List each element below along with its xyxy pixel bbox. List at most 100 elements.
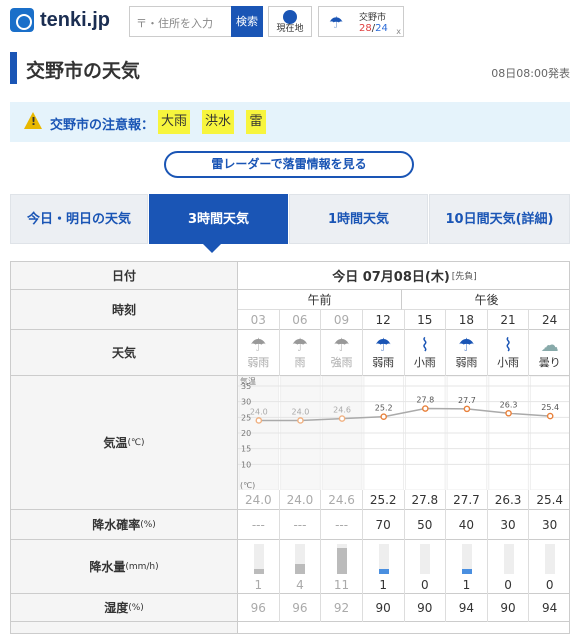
logo-icon: [10, 8, 34, 32]
precip-bar: [461, 569, 472, 574]
precip-amt-cell: 11: [321, 540, 363, 594]
temp-point-label: 27.7: [458, 396, 476, 405]
date-text: 今日 07月08日(木): [332, 270, 450, 285]
temp-chart-svg: 353025201510気温(℃)24.0 24.0 24.6 25.227.8 27.…: [238, 376, 569, 490]
mini-forecast-card[interactable]: ☂ 交野市 28/24 x: [318, 6, 404, 37]
temp-unit: (℃): [127, 437, 145, 448]
temp-tick-label: 30: [241, 398, 251, 407]
weather-cell: ⌇ 小雨: [405, 330, 447, 376]
weather-row-header: 天気: [11, 330, 238, 375]
precip-amt-row: 降水量 (mm/h) 1 4 11 1 0 1 0 0: [11, 540, 569, 594]
temp-point-label: 24.0: [250, 407, 268, 416]
precip-amt-cell: 0: [529, 540, 569, 594]
temp-chart: 35 30 25 20 15 10 気温 (℃) 24.0 24.0 24.6 25.2 27.8 27.…: [238, 376, 569, 510]
weather-text: 曇り: [538, 356, 561, 369]
cloud-icon: ☁: [540, 335, 559, 356]
precip-bar-track: [337, 544, 348, 574]
precip-amt-cell: 0: [405, 540, 447, 594]
precip-amt-value: 0: [420, 578, 429, 592]
tab-10day[interactable]: 10日間天気(詳細): [429, 194, 570, 244]
weather-text: 雨: [294, 356, 306, 369]
precip-amt-header: 降水量 (mm/h): [11, 540, 238, 593]
temp-point: [297, 417, 304, 424]
humidity-cell: 94: [529, 594, 569, 622]
temp-point: [505, 409, 512, 417]
current-location-button[interactable]: 現在地: [268, 6, 312, 37]
temp-point-label: 25.2: [375, 404, 393, 413]
temp-values: 24.0 24.0 24.6 25.2 27.8 27.7 26.3 25.4: [238, 490, 569, 510]
humidity-unit: (%): [128, 602, 144, 613]
temp-value-cell: 24.0: [238, 490, 280, 510]
temp-point: [422, 405, 429, 412]
precip-bar-track: [420, 544, 431, 574]
precip-prob-cell: 70: [363, 510, 405, 540]
tab-3hour[interactable]: 3時間天気: [149, 194, 288, 244]
page-title-block: 交野市の天気 08日08:00発表: [10, 52, 570, 84]
weather-cell: ☂ 弱雨: [363, 330, 405, 376]
precip-bar: [337, 547, 348, 574]
warning-icon: !: [24, 112, 42, 129]
weather-cells: ☂ 弱雨 ☂ 雨 ☂ 強雨 ☂ 弱雨 ⌇ 小雨 ☂ 弱雨 ⌇ 小雨 ☁ 曇り: [238, 330, 569, 376]
date-note: [先負]: [451, 272, 477, 282]
temp-point: [463, 405, 471, 413]
humidity-cell: 90: [363, 594, 405, 622]
mini-temp: 28/24: [359, 23, 388, 34]
site-header: tenki.jp 〒・住所を入力 検索 現在地 ☂ 交野市 28/24 x: [0, 0, 580, 42]
warning-tag-heavy-rain[interactable]: 大雨: [158, 110, 190, 134]
precip-prob-cell: ---: [280, 510, 322, 540]
precip-prob-label: 降水確率: [92, 518, 141, 532]
humidity-label: 湿度: [104, 601, 129, 615]
tab-today-tomorrow[interactable]: 今日・明日の天気: [10, 194, 148, 244]
weather-text: 強雨: [330, 356, 353, 369]
am-label: 午前: [238, 290, 402, 310]
temp-value-cell: 26.3: [488, 490, 530, 510]
temp-label: 気温: [103, 436, 128, 450]
weather-cell: ☂ 強雨: [321, 330, 363, 376]
weather-text: 小雨: [497, 356, 520, 369]
hour-cell: 09: [321, 310, 363, 330]
site-logo[interactable]: tenki.jp: [10, 8, 110, 32]
temp-value-cell: 27.7: [446, 490, 488, 510]
page-title: 交野市の天気: [26, 60, 141, 82]
temp-axis-unit: (℃): [240, 481, 255, 490]
precip-bar: [253, 569, 264, 574]
warning-tag-thunder[interactable]: 雷: [246, 110, 266, 134]
umbrella-icon: ☂: [329, 13, 344, 32]
precip-bar-track: [295, 544, 306, 574]
precip-bar: [295, 564, 306, 574]
weather-row: 天気 ☂ 弱雨 ☂ 雨 ☂ 強雨 ☂ 弱雨 ⌇ 小雨 ☂ 弱雨 ⌇ 小雨 ☁ 曇り: [11, 330, 569, 376]
precip-prob-cell: ---: [238, 510, 280, 540]
hour-cell: 12: [363, 310, 405, 330]
title-accent-bar: [10, 52, 17, 84]
tab-1hour[interactable]: 1時間天気: [289, 194, 428, 244]
weather-cell: ☂ 弱雨: [446, 330, 488, 376]
search-button[interactable]: 検索: [231, 6, 263, 37]
warning-tag-flood[interactable]: 洪水: [202, 110, 234, 134]
precip-bar: [378, 569, 389, 574]
humidity-cell: 90: [488, 594, 530, 622]
temp-value-cell: 27.8: [405, 490, 447, 510]
humidity-cells: 96 96 92 90 90 94 90 94: [238, 594, 569, 622]
search-input[interactable]: 〒・住所を入力: [129, 6, 231, 37]
humidity-cell: 94: [446, 594, 488, 622]
thunder-radar-link[interactable]: 雷レーダーで落雷情報を見る: [164, 151, 414, 178]
humidity-header: 湿度 (%): [11, 594, 238, 621]
temp-value-cell: 25.2: [363, 490, 405, 510]
weather-text: 小雨: [413, 356, 436, 369]
next-row-partial: [11, 622, 569, 633]
precip-amt-cell: 1: [446, 540, 488, 594]
date-row: 日付 今日 07月08日(木) [先負]: [11, 262, 569, 290]
temp-point-label: 24.6: [333, 406, 351, 415]
umbrella-icon: ☂: [458, 335, 475, 356]
precip-prob-cell: 40: [446, 510, 488, 540]
precip-amt-value: 1: [254, 578, 263, 592]
mini-close-button[interactable]: x: [396, 27, 401, 36]
precip-amt-cell: 4: [280, 540, 322, 594]
temp-point: [255, 417, 263, 424]
precip-prob-cell: 30: [488, 510, 530, 540]
umbrella-icon: ☂: [250, 335, 267, 356]
precip-prob-cell: 30: [529, 510, 569, 540]
date-value: 今日 07月08日(木) [先負]: [238, 262, 569, 289]
umbrella-icon: ☂: [375, 335, 392, 356]
weather-cell: ☁ 曇り: [529, 330, 569, 376]
